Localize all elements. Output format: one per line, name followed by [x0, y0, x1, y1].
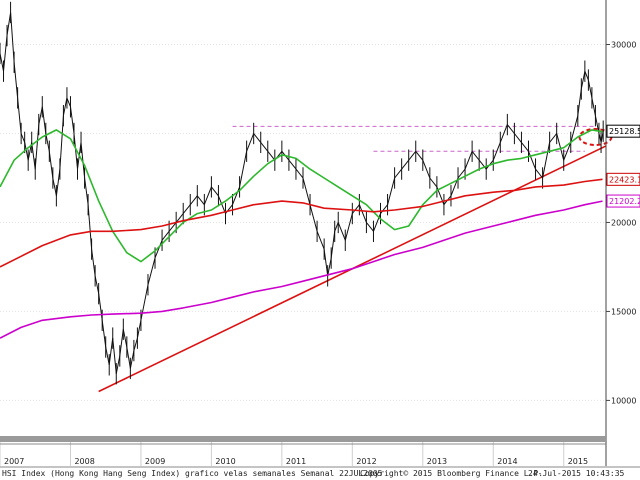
- y-tick-label: 30000: [611, 40, 636, 49]
- x-tick-label: 2011: [286, 457, 306, 466]
- footer-copyright-text: Copyright© 2015 Bloomberg Finance L.P.: [360, 469, 543, 478]
- chart-root: 1000015000200002500030000200720082009201…: [0, 0, 640, 480]
- footer-source-text: HSI Index (Hong Kong Hang Seng Index) gr…: [2, 469, 383, 478]
- value-badge-label: 21202.25: [609, 197, 640, 206]
- time-axis-band: [0, 436, 606, 442]
- value-badge: 21202.25: [606, 194, 640, 208]
- x-tick-label: 2014: [497, 457, 517, 466]
- footer-timestamp-text: 24-Jul-2015 10:43:35: [528, 469, 625, 478]
- value-badge-label: 22423.15: [609, 175, 640, 184]
- value-badge-label: 25128.51: [609, 127, 640, 136]
- x-tick-label: 2009: [145, 457, 165, 466]
- footer-layer: HSI Index (Hong Kong Hang Seng Index) gr…: [2, 469, 625, 478]
- y-tick-label: 15000: [611, 307, 636, 316]
- x-tick-label: 2010: [215, 457, 235, 466]
- price-chart: 1000015000200002500030000200720082009201…: [0, 0, 640, 480]
- value-badge: 25128.51: [606, 124, 640, 138]
- x-tick-label: 2015: [568, 457, 588, 466]
- x-tick-label: 2012: [356, 457, 376, 466]
- y-tick-label: 20000: [611, 218, 636, 227]
- x-tick-label: 2013: [427, 457, 447, 466]
- x-tick-label: 2008: [74, 457, 94, 466]
- value-badge: 22423.15: [606, 172, 640, 186]
- y-tick-label: 10000: [611, 396, 636, 405]
- x-tick-label: 2007: [4, 457, 24, 466]
